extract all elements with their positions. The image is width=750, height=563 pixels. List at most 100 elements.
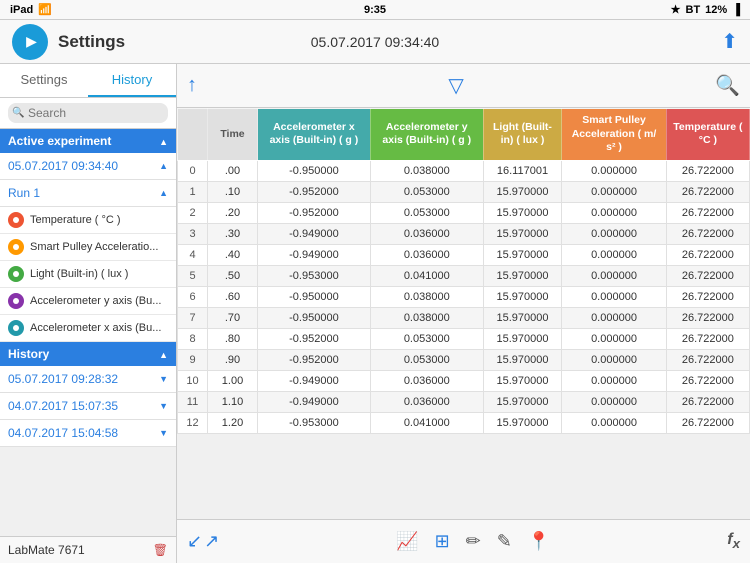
grid-icon[interactable]: ⊞ <box>435 531 450 552</box>
corner-arrow-icon: ↙ <box>187 531 202 552</box>
history-date-1: 05.07.2017 09:28:32 <box>8 372 118 386</box>
cell-temperature: 26.722000 <box>666 181 749 202</box>
corner-arrow-icon2: ↗ <box>204 531 219 552</box>
cell-row-num: 4 <box>178 244 208 265</box>
run-item[interactable]: Run 1 <box>0 180 176 207</box>
edit-icon[interactable]: ✎ <box>497 531 512 552</box>
cell-temperature: 26.722000 <box>666 349 749 370</box>
bluetooth-icon: ★ <box>671 3 681 16</box>
cell-light: 15.970000 <box>483 328 562 349</box>
data-table-wrapper: Time Accelerometer x axis (Built-in) ( g… <box>177 108 750 519</box>
table-row: 0 .00 -0.950000 0.038000 16.117001 0.000… <box>178 160 750 181</box>
cell-row-num: 3 <box>178 223 208 244</box>
col-header-temperature: Temperature ( °C ) <box>666 109 749 161</box>
header: Settings 05.07.2017 09:34:40 ⬆ <box>0 20 750 64</box>
history-item-1[interactable]: 05.07.2017 09:28:32 <box>0 366 176 393</box>
history-section[interactable]: History <box>0 342 176 366</box>
cell-row-num: 11 <box>178 391 208 412</box>
cell-accel-y: 0.038000 <box>370 307 483 328</box>
cell-accel-y: 0.041000 <box>370 412 483 433</box>
sensor-light[interactable]: Light (Built-in) ( lux ) <box>0 261 176 288</box>
cell-accel-x: -0.949000 <box>258 244 371 265</box>
cell-temperature: 26.722000 <box>666 370 749 391</box>
cell-row-num: 2 <box>178 202 208 223</box>
cell-time: 1.20 <box>208 412 258 433</box>
bottom-toolbar-center: 📈 ⊞ ✏ ✎ 📍 <box>396 531 550 552</box>
status-bar: iPad 📶 9:35 ★ BT 12% ▐ <box>0 0 750 20</box>
cell-time: 1.00 <box>208 370 258 391</box>
pin-icon[interactable]: 📍 <box>528 531 550 552</box>
cell-time: .70 <box>208 307 258 328</box>
sensor-accel-x[interactable]: Accelerometer x axis (Bu... <box>0 315 176 342</box>
cell-smart-pulley: 0.000000 <box>562 181 667 202</box>
header-datetime: 05.07.2017 09:34:40 <box>311 34 439 50</box>
run-label: Run 1 <box>8 186 40 200</box>
cell-accel-y: 0.053000 <box>370 202 483 223</box>
sensor-smart-pulley[interactable]: Smart Pulley Acceleratio... <box>0 234 176 261</box>
bluetooth-label: BT <box>686 4 701 16</box>
cell-time: .20 <box>208 202 258 223</box>
chart-icon[interactable]: 📈 <box>396 531 418 552</box>
filter-icon[interactable]: ▽ <box>448 73 463 98</box>
cell-light: 15.970000 <box>483 265 562 286</box>
sensor-accel-x-label: Accelerometer x axis (Bu... <box>30 322 161 334</box>
col-header-accel-y: Accelerometer y axis (Built-in) ( g ) <box>370 109 483 161</box>
status-time: 9:35 <box>364 4 386 16</box>
sensor-dot-temperature <box>8 212 24 228</box>
corner-arrows: ↙ ↗ <box>187 531 219 552</box>
sensor-temperature[interactable]: Temperature ( °C ) <box>0 207 176 234</box>
cell-smart-pulley: 0.000000 <box>562 202 667 223</box>
cell-light: 15.970000 <box>483 391 562 412</box>
history-item-2[interactable]: 04.07.2017 15:07:35 <box>0 393 176 420</box>
cell-smart-pulley: 0.000000 <box>562 412 667 433</box>
cell-time: .60 <box>208 286 258 307</box>
cell-row-num: 12 <box>178 412 208 433</box>
cell-smart-pulley: 0.000000 <box>562 349 667 370</box>
cell-row-num: 9 <box>178 349 208 370</box>
cell-accel-y: 0.041000 <box>370 265 483 286</box>
delete-icon[interactable]: 🗑 <box>153 543 168 557</box>
history-arrow-2 <box>159 401 168 412</box>
table-row: 4 .40 -0.949000 0.036000 15.970000 0.000… <box>178 244 750 265</box>
cell-light: 15.970000 <box>483 223 562 244</box>
cell-time: .50 <box>208 265 258 286</box>
history-item-3[interactable]: 04.07.2017 15:04:58 <box>0 420 176 447</box>
cell-accel-x: -0.952000 <box>258 328 371 349</box>
cell-time: .40 <box>208 244 258 265</box>
draw-icon[interactable]: ✏ <box>466 531 481 552</box>
cell-temperature: 26.722000 <box>666 160 749 181</box>
cell-smart-pulley: 0.000000 <box>562 286 667 307</box>
cell-time: .80 <box>208 328 258 349</box>
share-icon[interactable]: ↑ <box>187 74 197 97</box>
cell-temperature: 26.722000 <box>666 307 749 328</box>
cell-time: .10 <box>208 181 258 202</box>
table-row: 3 .30 -0.949000 0.036000 15.970000 0.000… <box>178 223 750 244</box>
tab-history[interactable]: History <box>88 64 176 97</box>
cell-light: 15.970000 <box>483 202 562 223</box>
wifi-icon: 📶 <box>38 3 52 16</box>
history-arrow-3 <box>159 428 168 439</box>
sensor-dot-accel-x <box>8 320 24 336</box>
cell-accel-y: 0.053000 <box>370 349 483 370</box>
cell-row-num: 8 <box>178 328 208 349</box>
play-button[interactable] <box>12 24 48 60</box>
battery-label: 12% <box>705 4 727 16</box>
cell-accel-y: 0.053000 <box>370 328 483 349</box>
fx-icon[interactable]: fx <box>727 531 740 551</box>
search-icon[interactable]: 🔍 <box>715 73 740 98</box>
cell-accel-y: 0.038000 <box>370 160 483 181</box>
cell-row-num: 5 <box>178 265 208 286</box>
active-experiment-section[interactable]: Active experiment <box>0 129 176 153</box>
cell-accel-x: -0.950000 <box>258 286 371 307</box>
table-row: 1 .10 -0.952000 0.053000 15.970000 0.000… <box>178 181 750 202</box>
cell-temperature: 26.722000 <box>666 223 749 244</box>
cell-smart-pulley: 0.000000 <box>562 307 667 328</box>
cell-accel-x: -0.949000 <box>258 370 371 391</box>
export-icon[interactable]: ⬆ <box>721 29 738 54</box>
experiment-date-item[interactable]: 05.07.2017 09:34:40 <box>0 153 176 180</box>
sidebar-search-input[interactable] <box>8 103 168 123</box>
sensor-dot-smart-pulley <box>8 239 24 255</box>
cell-row-num: 6 <box>178 286 208 307</box>
tab-settings[interactable]: Settings <box>0 64 88 97</box>
sensor-accel-y[interactable]: Accelerometer y axis (Bu... <box>0 288 176 315</box>
